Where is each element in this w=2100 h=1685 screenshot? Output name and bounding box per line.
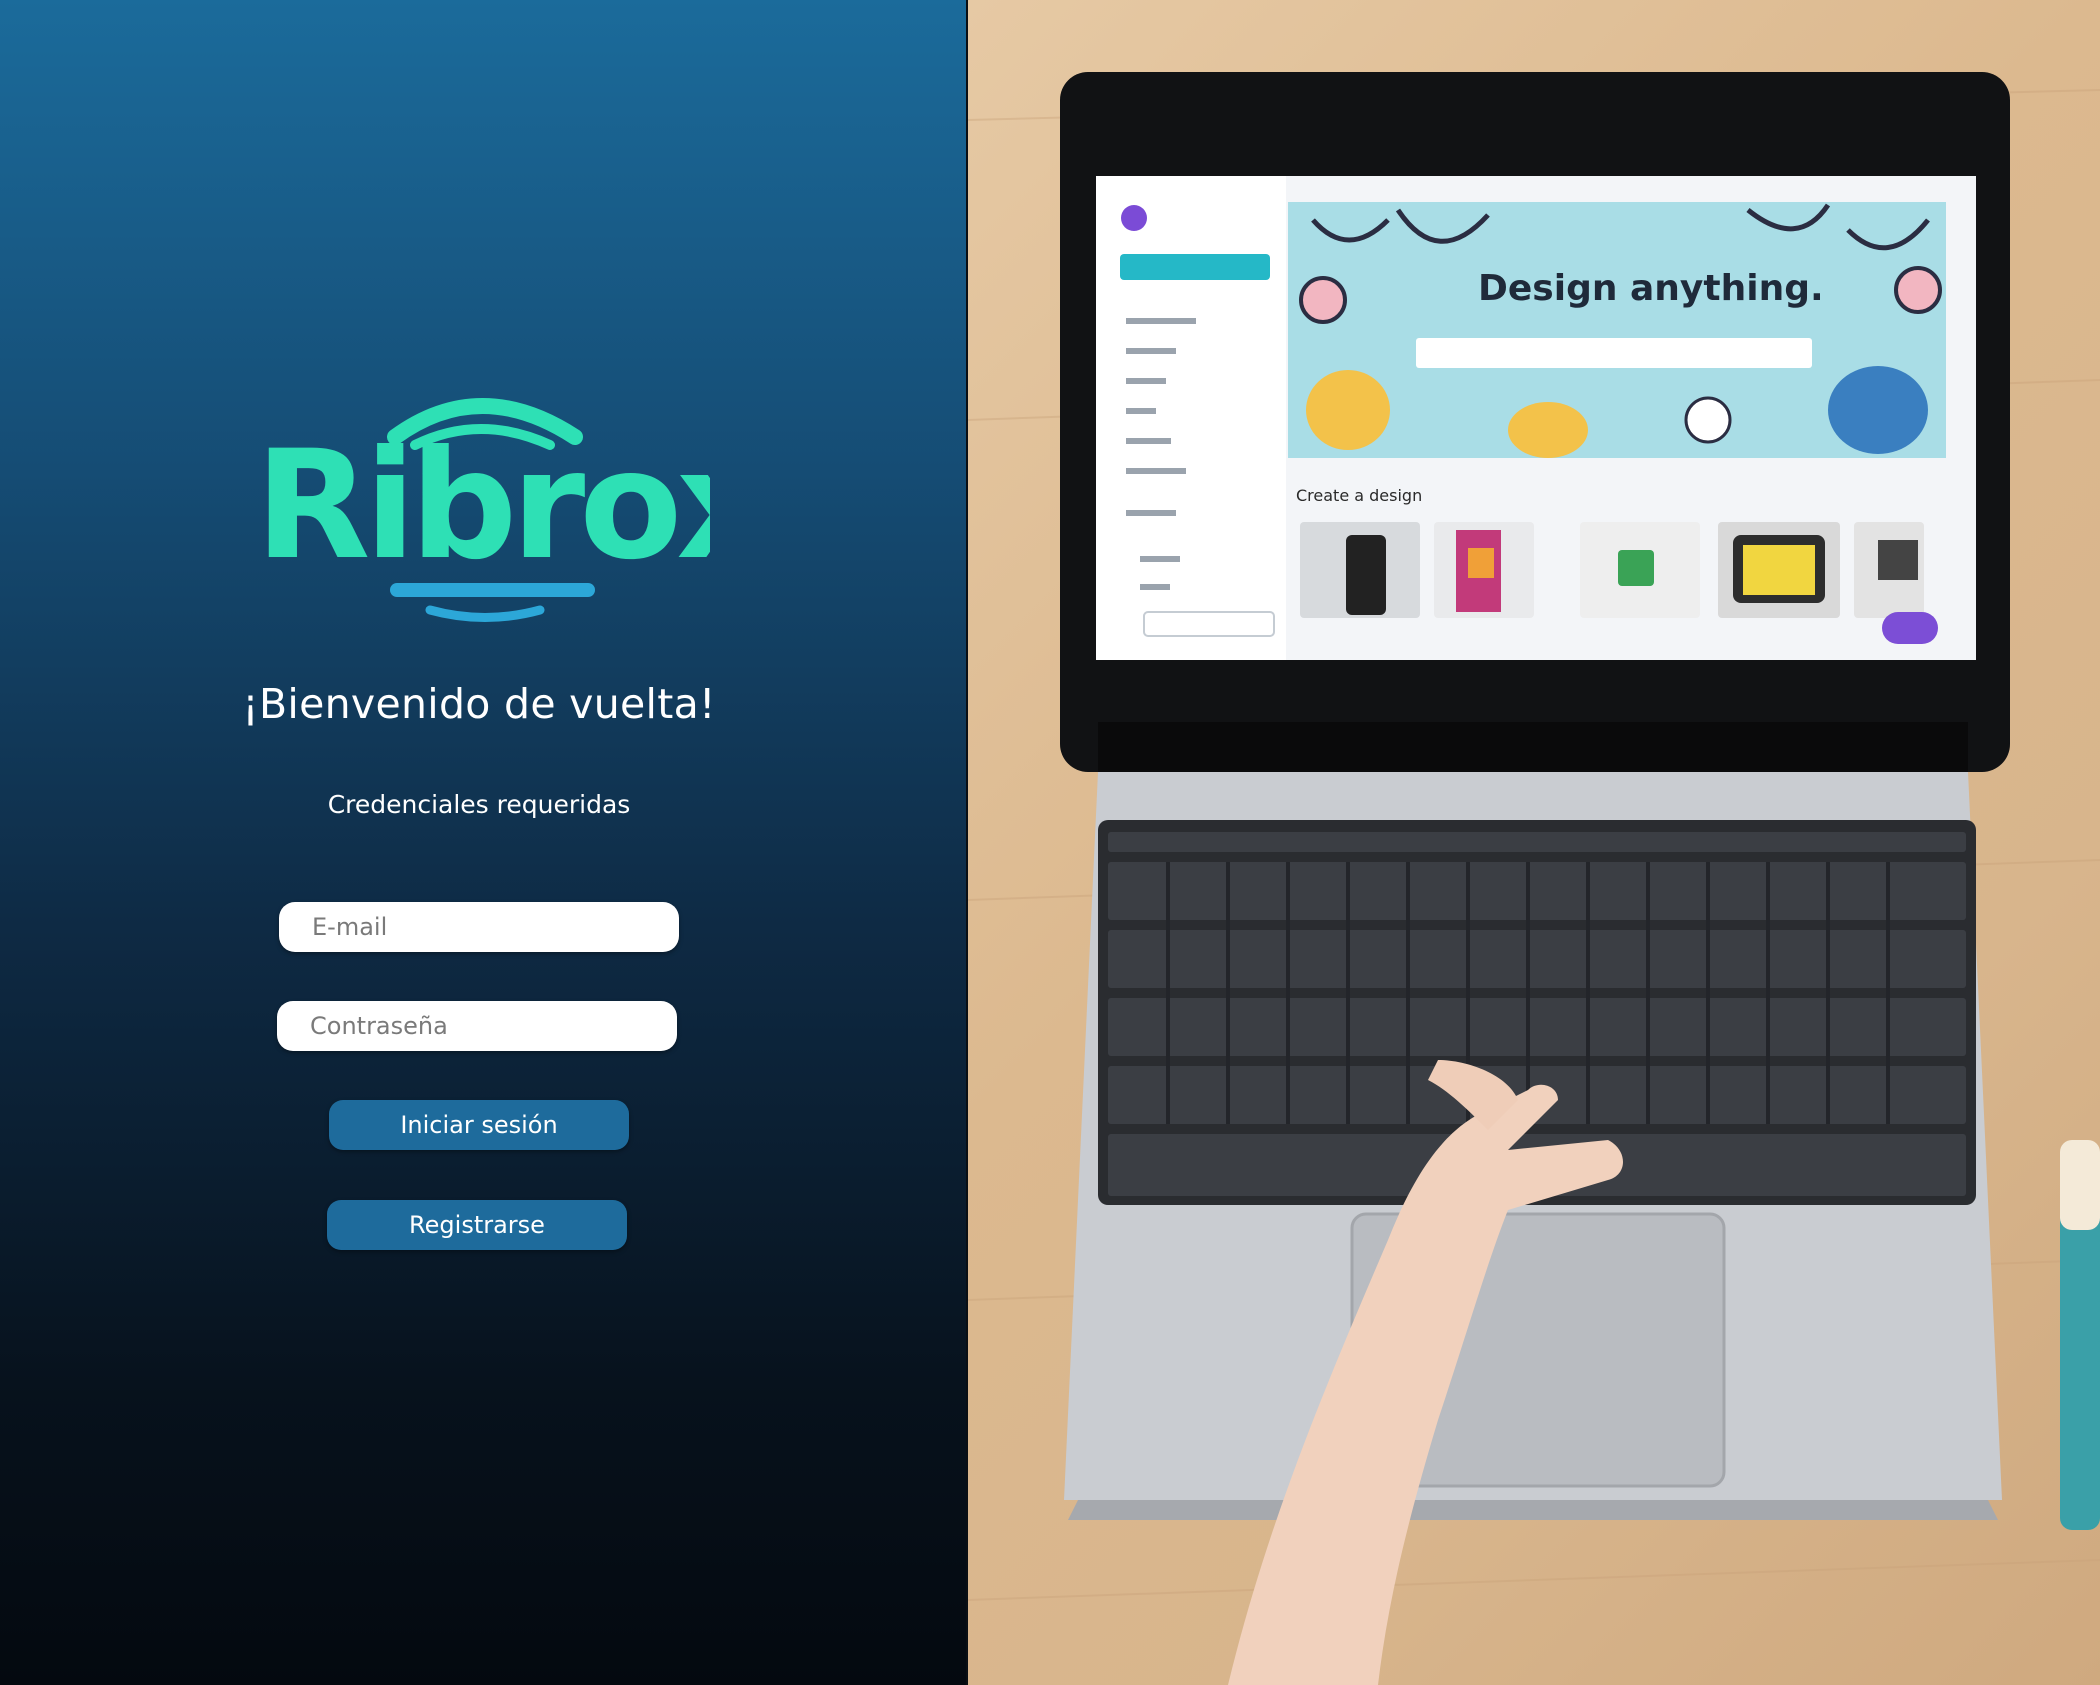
- register-button[interactable]: Registrarse: [327, 1200, 627, 1250]
- laptop-photo: Design anything. Create a design: [968, 0, 2100, 1685]
- screen-headline: Design anything.: [1478, 268, 1824, 309]
- login-page: Ribrox ¡Bienvenido de vuelta! Credencial…: [0, 0, 2100, 1685]
- credentials-subtitle: Credenciales requeridas: [327, 790, 631, 819]
- password-field[interactable]: [277, 1001, 677, 1051]
- welcome-heading: ¡Bienvenido de vuelta!: [242, 680, 716, 728]
- laptop-illustration: [968, 72, 2100, 1685]
- svg-text:Ribrox: Ribrox: [255, 419, 710, 593]
- ribrox-logo: Ribrox: [250, 385, 710, 635]
- login-panel: Ribrox ¡Bienvenido de vuelta! Credencial…: [0, 0, 968, 1685]
- login-button[interactable]: Iniciar sesión: [329, 1100, 629, 1150]
- screen-section-title: Create a design: [1296, 486, 1423, 505]
- email-field[interactable]: [279, 902, 679, 952]
